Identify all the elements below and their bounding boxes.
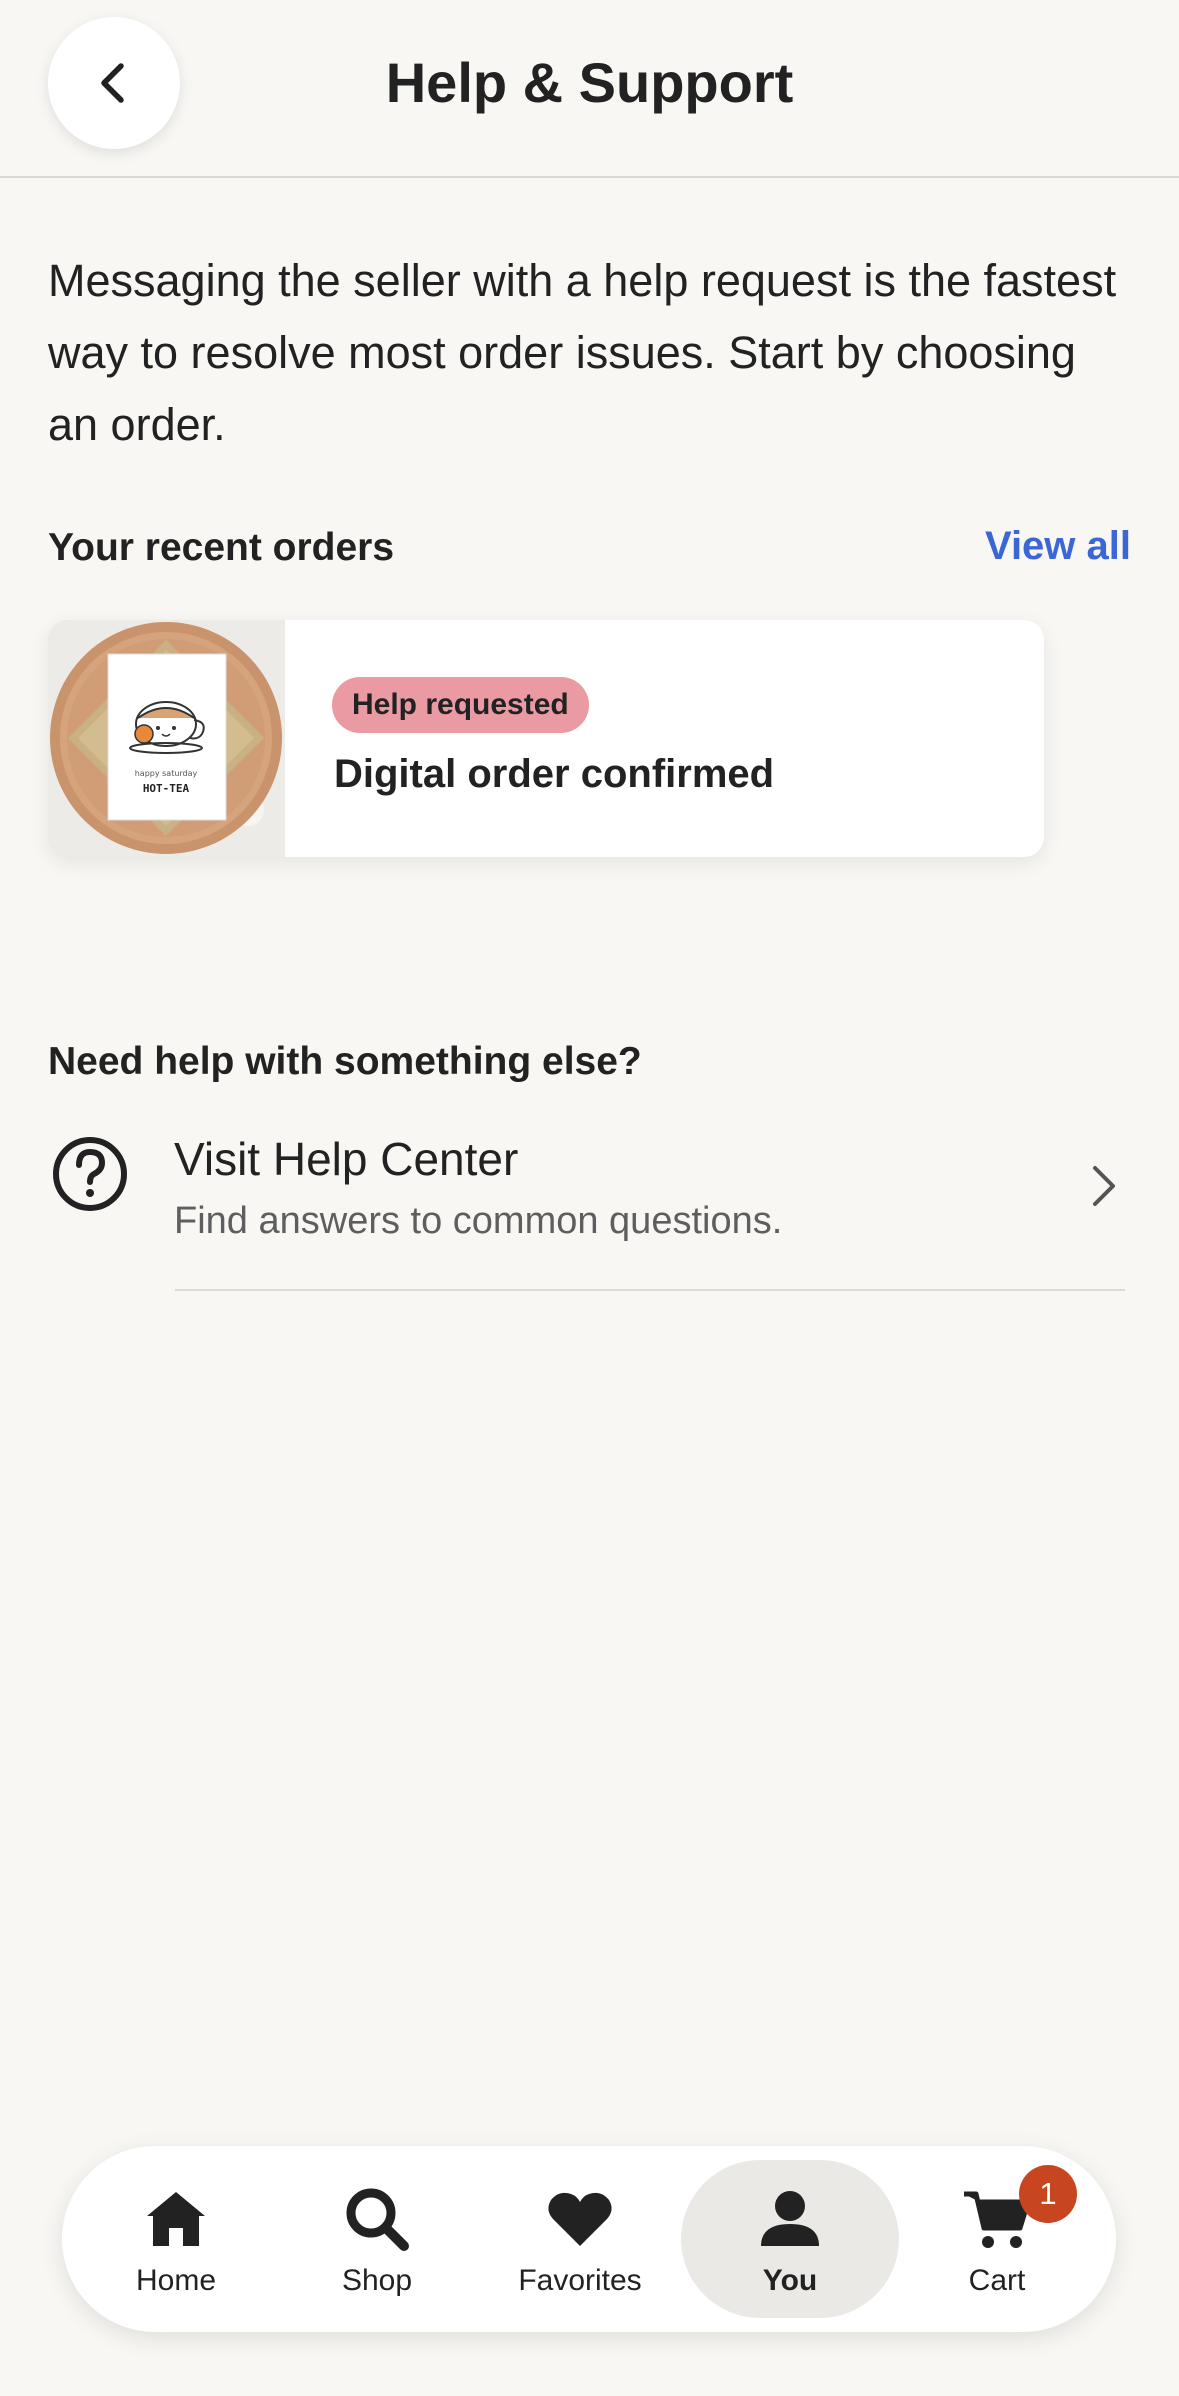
tab-home[interactable]: Home — [67, 2160, 285, 2318]
divider — [175, 1289, 1125, 1291]
recent-orders-header: Your recent orders View all — [48, 522, 1131, 578]
thumbnail-card-text: HOT-TEA — [143, 782, 190, 795]
tab-label: You — [762, 2264, 818, 2297]
tab-label: Favorites — [518, 2264, 642, 2297]
tab-favorites[interactable]: Favorites — [471, 2160, 689, 2318]
cart-count-badge: 1 — [1019, 2165, 1077, 2223]
tab-label: Cart — [968, 2264, 1026, 2297]
help-center-subtitle: Find answers to common questions. — [174, 1200, 783, 1242]
view-all-link[interactable]: View all — [985, 524, 1131, 569]
help-section-title: Need help with something else? — [48, 1040, 642, 1083]
help-center-title: Visit Help Center — [174, 1133, 519, 1185]
question-circle-icon — [53, 1137, 127, 1211]
help-center-item[interactable]: Visit Help Center Find answers to common… — [48, 1120, 1131, 1290]
greeting-card-teacup-image: happy saturday HOT-TEA — [48, 620, 285, 857]
tab-cart[interactable]: 1 Cart — [888, 2160, 1106, 2318]
page-title: Help & Support — [385, 51, 794, 114]
bottom-tab-bar: Home Shop Favorites You 1 Cart — [62, 2146, 1116, 2332]
person-icon — [761, 2191, 819, 2246]
home-icon — [147, 2192, 205, 2246]
tab-you[interactable]: You — [681, 2160, 899, 2318]
help-requested-badge: Help requested — [332, 677, 589, 733]
order-status: Digital order confirmed — [334, 752, 775, 796]
chevron-right-icon — [1093, 1166, 1115, 1206]
order-card[interactable]: happy saturday HOT-TEA Help requested Di… — [48, 620, 1044, 857]
tab-shop[interactable]: Shop — [268, 2160, 486, 2318]
intro-text: Messaging the seller with a help request… — [48, 255, 1117, 450]
tab-label: Home — [135, 2264, 217, 2297]
heart-icon — [548, 2192, 612, 2246]
tab-label: Shop — [341, 2264, 413, 2297]
svg-text:happy saturday: happy saturday — [135, 769, 198, 778]
header-bar: Help & Support — [0, 0, 1179, 178]
order-thumbnail: happy saturday HOT-TEA — [48, 620, 285, 857]
search-icon — [346, 2188, 409, 2251]
recent-orders-title: Your recent orders — [48, 526, 395, 569]
